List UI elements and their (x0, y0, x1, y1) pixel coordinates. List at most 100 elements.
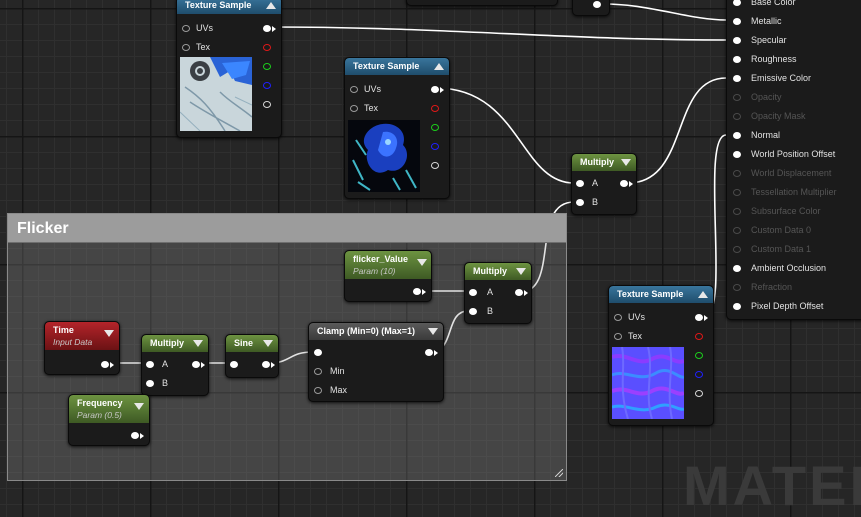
r-output-pin[interactable] (263, 44, 271, 51)
output-pin[interactable] (413, 288, 421, 295)
node-subtitle: Input Data (53, 337, 93, 347)
material-input-pin[interactable] (733, 284, 741, 291)
texture-sample-node-b[interactable]: Texture Sample UVs Tex (344, 57, 450, 199)
texture-sample-node-a[interactable]: Texture Sample UVs Tex (176, 0, 282, 138)
collapse-arrow-icon[interactable] (434, 63, 444, 70)
collapse-arrow-icon[interactable] (428, 328, 438, 335)
material-result-node[interactable]: Base Color Metallic Specular Roughness Emiss… (726, 0, 861, 320)
rgb-output-pin[interactable] (431, 86, 439, 93)
output-pin[interactable] (425, 349, 433, 356)
uvs-input-pin[interactable] (182, 25, 190, 32)
collapse-arrow-icon[interactable] (621, 159, 631, 166)
tex-input-pin[interactable] (182, 44, 190, 51)
collapse-arrow-icon[interactable] (193, 340, 203, 347)
multiply-node-flicker[interactable]: Multiply A B (464, 262, 532, 324)
sine-node[interactable]: Sine (225, 334, 279, 378)
material-input-pin[interactable] (733, 132, 741, 139)
collapse-arrow-icon[interactable] (516, 268, 526, 275)
a-input-pin[interactable] (146, 361, 154, 368)
r-output-pin[interactable] (431, 105, 439, 112)
output-arrow-icon (440, 87, 444, 93)
node-title: Time (53, 325, 74, 335)
output-arrow-icon (110, 362, 114, 368)
node-title: Texture Sample (185, 0, 252, 10)
input-pin[interactable] (230, 361, 238, 368)
material-input-pin[interactable] (733, 75, 741, 82)
g-output-pin[interactable] (695, 352, 703, 359)
material-pin-label: Metallic (751, 16, 782, 26)
output-pin[interactable] (262, 361, 270, 368)
max-input-pin[interactable] (314, 387, 322, 394)
b-output-pin[interactable] (431, 143, 439, 150)
material-pin-label: Ambient Occlusion (751, 263, 827, 273)
material-input-pin[interactable] (733, 265, 741, 272)
node-title: flicker_Value (353, 254, 409, 264)
frequency-param-node[interactable]: Frequency Param (0.5) (68, 394, 150, 446)
tex-input-pin[interactable] (614, 333, 622, 340)
output-pin[interactable] (131, 432, 139, 439)
material-input-pin[interactable] (733, 18, 741, 25)
material-input-pin[interactable] (733, 303, 741, 310)
value-input-pin[interactable] (314, 349, 322, 356)
material-input-pin[interactable] (733, 94, 741, 101)
collapse-arrow-icon[interactable] (266, 2, 276, 9)
material-input-pin[interactable] (733, 37, 741, 44)
a-output-pin[interactable] (263, 101, 271, 108)
output-pin[interactable] (620, 180, 628, 187)
cut-off-node-top[interactable] (406, 0, 558, 6)
output-pin[interactable] (515, 289, 523, 296)
collapse-arrow-icon[interactable] (263, 340, 273, 347)
collapse-arrow-icon[interactable] (104, 330, 114, 337)
material-input-pin[interactable] (733, 189, 741, 196)
material-input-pin[interactable] (733, 56, 741, 63)
collapse-arrow-icon[interactable] (698, 291, 708, 298)
output-arrow-icon (271, 362, 275, 368)
material-input-pin[interactable] (733, 227, 741, 234)
a-output-pin[interactable] (695, 390, 703, 397)
b-input-pin[interactable] (146, 380, 154, 387)
material-input-pin[interactable] (733, 170, 741, 177)
pin-label-b: B (487, 306, 494, 316)
output-pin[interactable] (192, 361, 200, 368)
g-output-pin[interactable] (431, 124, 439, 131)
multiply-node-top[interactable]: Multiply A B (571, 153, 637, 215)
pin-label-a: A (487, 287, 494, 297)
material-input-pin[interactable] (733, 0, 741, 6)
comment-box-header[interactable]: Flicker (8, 214, 566, 243)
clamp-node[interactable]: Clamp (Min=0) (Max=1) Min Max (308, 322, 444, 402)
b-output-pin[interactable] (263, 82, 271, 89)
flicker-value-param-node[interactable]: flicker_Value Param (10) (344, 250, 432, 302)
material-input-pin[interactable] (733, 113, 741, 120)
node-header[interactable]: Clamp (Min=0) (Max=1) (309, 323, 443, 340)
collapse-arrow-icon[interactable] (417, 259, 427, 266)
b-input-pin[interactable] (576, 199, 584, 206)
output-arrow-icon (434, 350, 438, 356)
material-watermark: MATER (683, 454, 861, 517)
b-output-pin[interactable] (695, 371, 703, 378)
min-input-pin[interactable] (314, 368, 322, 375)
pin-label-b: B (592, 197, 599, 207)
collapse-arrow-icon[interactable] (134, 403, 144, 410)
output-pin[interactable] (101, 361, 109, 368)
multiply-node-time[interactable]: Multiply A B (141, 334, 209, 396)
a-input-pin[interactable] (576, 180, 584, 187)
g-output-pin[interactable] (263, 63, 271, 70)
tex-input-pin[interactable] (350, 105, 358, 112)
output-pin[interactable] (593, 1, 601, 8)
texture-sample-node-c[interactable]: Texture Sample UVs Tex (608, 285, 714, 426)
material-input-pin[interactable] (733, 208, 741, 215)
a-input-pin[interactable] (469, 289, 477, 296)
rgb-output-pin[interactable] (263, 25, 271, 32)
resize-grip-icon[interactable] (555, 469, 563, 477)
cut-off-node-small[interactable] (572, 0, 610, 16)
material-pin-label: Custom Data 1 (751, 244, 812, 254)
uvs-input-pin[interactable] (350, 86, 358, 93)
uvs-input-pin[interactable] (614, 314, 622, 321)
b-input-pin[interactable] (469, 308, 477, 315)
material-input-pin[interactable] (733, 246, 741, 253)
material-input-pin[interactable] (733, 151, 741, 158)
time-input-node[interactable]: Time Input Data (44, 321, 120, 375)
rgb-output-pin[interactable] (695, 314, 703, 321)
a-output-pin[interactable] (431, 162, 439, 169)
r-output-pin[interactable] (695, 333, 703, 340)
